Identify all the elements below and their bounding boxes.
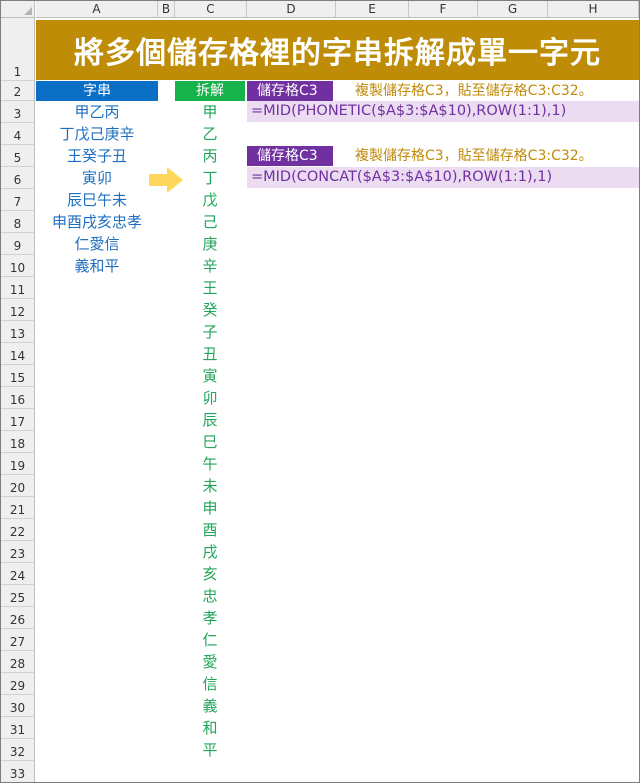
row-header-18[interactable]: 18 — [1, 431, 35, 453]
column-header-b[interactable]: B — [158, 1, 175, 18]
char-cell[interactable]: 戊 — [175, 189, 245, 211]
char-cell[interactable]: 仁 — [175, 629, 245, 651]
row-header-25[interactable]: 25 — [1, 585, 35, 607]
row-header-2[interactable]: 2 — [1, 81, 35, 101]
cell-label-2: 儲存格C3 — [247, 146, 333, 166]
row-header-16[interactable]: 16 — [1, 387, 35, 409]
char-cell[interactable]: 乙 — [175, 123, 245, 145]
column-header-e[interactable]: E — [336, 1, 409, 18]
row-header-21[interactable]: 21 — [1, 497, 35, 519]
note-1: 複製儲存格C3，貼至儲存格C3:C32。 — [355, 83, 593, 99]
row-header-13[interactable]: 13 — [1, 321, 35, 343]
row-header-27[interactable]: 27 — [1, 629, 35, 651]
row-header-33[interactable]: 33 — [1, 761, 35, 782]
banner-title: 將多個儲存格裡的字串拆解成單一字元 — [36, 20, 639, 80]
formula-1[interactable]: =MID(PHONETIC($A$3:$A$10),ROW(1:1),1) — [247, 101, 639, 122]
char-cell[interactable]: 申 — [175, 497, 245, 519]
row-header-28[interactable]: 28 — [1, 651, 35, 673]
string-cell[interactable]: 寅卯 — [36, 167, 158, 189]
char-cell[interactable]: 庚 — [175, 233, 245, 255]
string-cell[interactable]: 王癸子丑 — [36, 145, 158, 167]
row-header-26[interactable]: 26 — [1, 607, 35, 629]
string-cell[interactable]: 丁戊己庚辛 — [36, 123, 158, 145]
row-header-22[interactable]: 22 — [1, 519, 35, 541]
row-header-9[interactable]: 9 — [1, 233, 35, 255]
char-cell[interactable]: 酉 — [175, 519, 245, 541]
row-header-1[interactable]: 1 — [1, 18, 35, 81]
row-header-3[interactable]: 3 — [1, 101, 35, 123]
char-cell[interactable]: 平 — [175, 739, 245, 761]
char-cell[interactable]: 卯 — [175, 387, 245, 409]
row-header-15[interactable]: 15 — [1, 365, 35, 387]
note-2: 複製儲存格C3，貼至儲存格C3:C32。 — [355, 148, 593, 164]
char-cell[interactable]: 巳 — [175, 431, 245, 453]
row-header-14[interactable]: 14 — [1, 343, 35, 365]
string-cell[interactable]: 辰巳午未 — [36, 189, 158, 211]
column-header-d[interactable]: D — [247, 1, 336, 18]
row-header-11[interactable]: 11 — [1, 277, 35, 299]
char-cell[interactable]: 丁 — [175, 167, 245, 189]
char-cell[interactable]: 寅 — [175, 365, 245, 387]
row-header-12[interactable]: 12 — [1, 299, 35, 321]
row-header-30[interactable]: 30 — [1, 695, 35, 717]
row-header-8[interactable]: 8 — [1, 211, 35, 233]
char-cell[interactable]: 亥 — [175, 563, 245, 585]
char-cell[interactable]: 子 — [175, 321, 245, 343]
char-cell[interactable]: 丑 — [175, 343, 245, 365]
char-cell[interactable]: 忠 — [175, 585, 245, 607]
row-header-7[interactable]: 7 — [1, 189, 35, 211]
char-cell[interactable]: 戌 — [175, 541, 245, 563]
char-cell[interactable]: 孝 — [175, 607, 245, 629]
char-cell[interactable]: 和 — [175, 717, 245, 739]
char-cell[interactable]: 甲 — [175, 101, 245, 123]
select-all-corner[interactable] — [1, 1, 35, 18]
row-header-19[interactable]: 19 — [1, 453, 35, 475]
column-header-f[interactable]: F — [409, 1, 478, 18]
row-header-4[interactable]: 4 — [1, 123, 35, 145]
header-strings: 字串 — [36, 81, 158, 101]
formula-2[interactable]: =MID(CONCAT($A$3:$A$10),ROW(1:1),1) — [247, 167, 639, 188]
char-cell[interactable]: 愛 — [175, 651, 245, 673]
cell-label-1: 儲存格C3 — [247, 81, 333, 101]
char-cell[interactable]: 辰 — [175, 409, 245, 431]
char-cell[interactable]: 丙 — [175, 145, 245, 167]
row-header-5[interactable]: 5 — [1, 145, 35, 167]
char-cell[interactable]: 辛 — [175, 255, 245, 277]
row-header-17[interactable]: 17 — [1, 409, 35, 431]
column-header-g[interactable]: G — [478, 1, 548, 18]
string-cell[interactable]: 甲乙丙 — [36, 101, 158, 123]
char-cell[interactable]: 義 — [175, 695, 245, 717]
string-cell[interactable]: 義和平 — [36, 255, 158, 277]
row-header-24[interactable]: 24 — [1, 563, 35, 585]
row-header-10[interactable]: 10 — [1, 255, 35, 277]
char-cell[interactable]: 癸 — [175, 299, 245, 321]
char-cell[interactable]: 未 — [175, 475, 245, 497]
row-header-20[interactable]: 20 — [1, 475, 35, 497]
row-header-23[interactable]: 23 — [1, 541, 35, 563]
char-cell[interactable]: 信 — [175, 673, 245, 695]
column-header-a[interactable]: A — [36, 1, 158, 18]
char-cell[interactable]: 王 — [175, 277, 245, 299]
char-cell[interactable]: 己 — [175, 211, 245, 233]
spreadsheet: ABCDEFGH 1 2 3 4 5 6 7 8 9 10 11 12 13 14 15 16 17 18 19 20… — [0, 0, 640, 783]
row-header-6[interactable]: 6 — [1, 167, 35, 189]
column-header-h[interactable]: H — [548, 1, 639, 18]
column-header-c[interactable]: C — [175, 1, 247, 18]
char-cell[interactable]: 午 — [175, 453, 245, 475]
string-cell[interactable]: 申酉戌亥忠孝 — [36, 211, 158, 233]
header-split: 拆解 — [175, 81, 245, 101]
row-header-29[interactable]: 29 — [1, 673, 35, 695]
row-header-32[interactable]: 32 — [1, 739, 35, 761]
string-cell[interactable]: 仁愛信 — [36, 233, 158, 255]
row-header-31[interactable]: 31 — [1, 717, 35, 739]
